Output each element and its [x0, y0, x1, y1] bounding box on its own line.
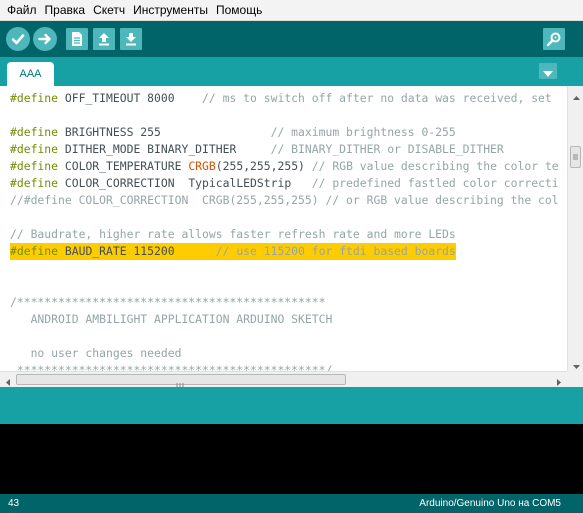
code-line: ****************************************…: [10, 362, 332, 371]
code-line: // Baudrate, higher rate allows faster r…: [10, 226, 456, 243]
scroll-right-arrow[interactable]: [551, 372, 567, 388]
arrow-down-icon: [572, 354, 580, 373]
tab-bar: AAA: [0, 57, 583, 86]
line-number: 43: [8, 498, 20, 509]
upload-button[interactable]: [33, 27, 57, 51]
horizontal-scrollbar[interactable]: [0, 371, 567, 388]
code-token: #define: [10, 125, 59, 139]
code-token: // Baudrate, higher rate allows faster r…: [10, 227, 456, 241]
code-token: /***************************************…: [10, 295, 326, 309]
code-token: BAUD_RATE 115200: [58, 244, 216, 258]
code-line: ANDROID AMBILIGHT APPLICATION ARDUINO SK…: [10, 311, 333, 328]
code-token: DITHER_MODE BINARY_DITHER: [58, 142, 271, 156]
vertical-scrollbar[interactable]: [567, 86, 583, 371]
code-line: no user changes needed: [10, 345, 182, 362]
new-sketch-button[interactable]: [66, 28, 88, 50]
upload-icon: [37, 31, 53, 47]
code-line: #define BRIGHTNESS 255 // maximum bright…: [10, 124, 456, 141]
toolbar: [0, 21, 583, 57]
code-line: #define DITHER_MODE BINARY_DITHER // BIN…: [10, 141, 504, 158]
menu-sketch[interactable]: Скетч: [89, 0, 129, 21]
code-token: #define: [10, 142, 59, 156]
code-token: BRIGHTNESS 255: [58, 125, 271, 139]
menu-edit[interactable]: Правка: [41, 0, 90, 21]
chevron-down-icon: [543, 62, 553, 81]
scrollbar-corner: [567, 371, 583, 387]
verify-icon: [10, 31, 26, 47]
tab-menu-button[interactable]: [539, 63, 557, 79]
arrow-up-icon: [572, 85, 580, 104]
menu-bar: Файл Правка Скетч Инструменты Помощь: [0, 0, 583, 21]
code-token: (255,255,255): [215, 159, 312, 173]
scroll-down-arrow[interactable]: [568, 355, 583, 371]
console-output[interactable]: [0, 424, 583, 494]
code-token: OFF_TIMEOUT 8000: [58, 91, 203, 105]
code-token: // use 115200 for ftdi based boards: [215, 244, 456, 258]
message-area: [0, 387, 583, 424]
code-token: //#define COLOR_CORRECTION CRGB(255,255,…: [10, 193, 559, 207]
verify-button[interactable]: [6, 27, 30, 51]
save-icon: [124, 31, 138, 47]
code-line: #define COLOR_TEMPERATURE CRGB(255,255,2…: [10, 158, 559, 175]
code-editor[interactable]: #define OFF_TIMEOUT 8000 // ms to switch…: [0, 86, 567, 371]
scroll-up-arrow[interactable]: [568, 86, 583, 102]
code-token: // predefined fastled color correcti: [311, 176, 559, 190]
horizontal-scroll-thumb[interactable]: [16, 374, 346, 388]
code-token: #define: [10, 244, 59, 258]
vertical-scroll-thumb[interactable]: [570, 146, 581, 168]
save-button[interactable]: [120, 28, 142, 50]
code-token: // BINARY_DITHER or DISABLE_DITHER: [270, 142, 504, 156]
serial-monitor-icon: [546, 31, 562, 47]
tab-sketch[interactable]: AAA: [7, 62, 54, 86]
code-token: ****************************************…: [10, 363, 333, 371]
open-button[interactable]: [93, 28, 115, 50]
code-line: /***************************************…: [10, 294, 325, 311]
code-token: // maximum brightness 0-255: [270, 125, 456, 139]
code-token: // RGB value describing the color te: [311, 159, 559, 173]
code-token: CRGB: [188, 159, 216, 173]
menu-file[interactable]: Файл: [3, 0, 41, 21]
code-token: ANDROID AMBILIGHT APPLICATION ARDUINO SK…: [10, 312, 333, 326]
open-icon: [97, 31, 111, 47]
code-token: COLOR_CORRECTION TypicalLEDStrip: [58, 176, 312, 190]
code-line: #define OFF_TIMEOUT 8000 // ms to switch…: [10, 90, 552, 107]
serial-monitor-button[interactable]: [543, 28, 565, 50]
menu-help[interactable]: Помощь: [212, 0, 266, 21]
code-token: COLOR_TEMPERATURE: [58, 159, 189, 173]
menu-tools[interactable]: Инструменты: [129, 0, 212, 21]
code-line: #define COLOR_CORRECTION TypicalLEDStrip…: [10, 175, 559, 192]
board-port-label: Arduino/Genuino Uno на COM5: [419, 498, 561, 509]
status-bar: 43 Arduino/Genuino Uno на COM5: [0, 494, 583, 513]
code-token: #define: [10, 159, 59, 173]
code-line-highlighted: #define BAUD_RATE 115200 // use 115200 f…: [10, 243, 456, 260]
code-token: no user changes needed: [10, 346, 182, 360]
new-icon: [70, 31, 84, 47]
scroll-left-arrow[interactable]: [0, 372, 16, 388]
code-line: //#define COLOR_CORRECTION CRGB(255,255,…: [10, 192, 559, 209]
code-token: // ms to switch off after no data was re…: [202, 91, 552, 105]
code-token: #define: [10, 91, 59, 105]
code-token: #define: [10, 176, 59, 190]
